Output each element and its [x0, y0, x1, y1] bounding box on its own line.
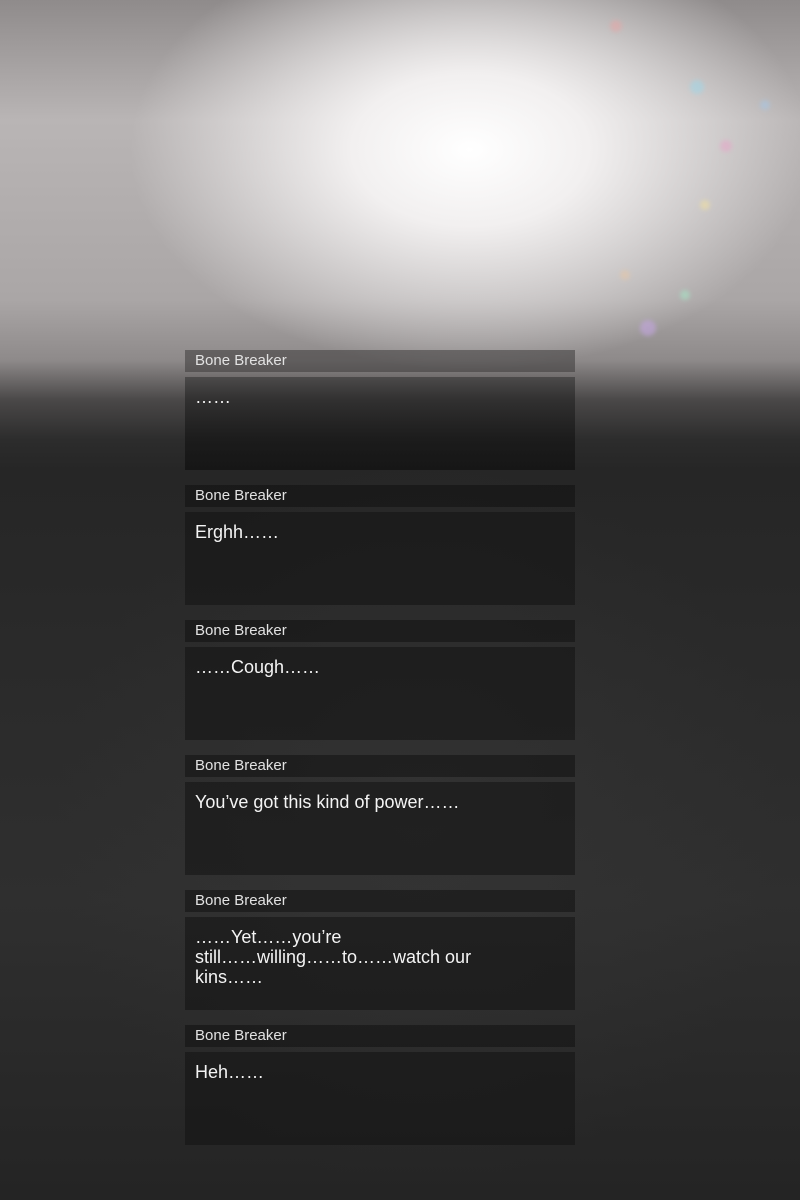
dialogue-text: Heh…… — [185, 1052, 575, 1145]
dialogue-text: ……Cough…… — [185, 647, 575, 740]
sparkle — [680, 290, 690, 300]
dialogue-entry: Bone Breaker You’ve got this kind of pow… — [185, 755, 575, 875]
dialogue-text: ……Yet……you’re still……willing……to……watch … — [185, 917, 575, 1010]
speaker-name: Bone Breaker — [185, 485, 575, 507]
speaker-name: Bone Breaker — [185, 890, 575, 912]
sparkle — [620, 270, 630, 280]
sparkle — [610, 20, 622, 32]
dialogue-entry: Bone Breaker ……Cough…… — [185, 620, 575, 740]
dialogue-text: You’ve got this kind of power…… — [185, 782, 575, 875]
sparkle — [700, 200, 710, 210]
dialogue-text: …… — [185, 377, 575, 470]
sparkle — [720, 140, 732, 152]
dialogue-entry: Bone Breaker …… — [185, 350, 575, 470]
sparkle — [690, 80, 704, 94]
speaker-name: Bone Breaker — [185, 1025, 575, 1047]
dialogue-entry: Bone Breaker ……Yet……you’re still……willin… — [185, 890, 575, 1010]
speaker-name: Bone Breaker — [185, 755, 575, 777]
dialogue-entry: Bone Breaker Heh…… — [185, 1025, 575, 1145]
sparkle — [640, 320, 656, 336]
dialogue-log: Bone Breaker …… Bone Breaker Erghh…… Bon… — [185, 350, 575, 1160]
dialogue-entry: Bone Breaker Erghh…… — [185, 485, 575, 605]
dialogue-text: Erghh…… — [185, 512, 575, 605]
speaker-name: Bone Breaker — [185, 350, 575, 372]
sparkle — [760, 100, 770, 110]
speaker-name: Bone Breaker — [185, 620, 575, 642]
